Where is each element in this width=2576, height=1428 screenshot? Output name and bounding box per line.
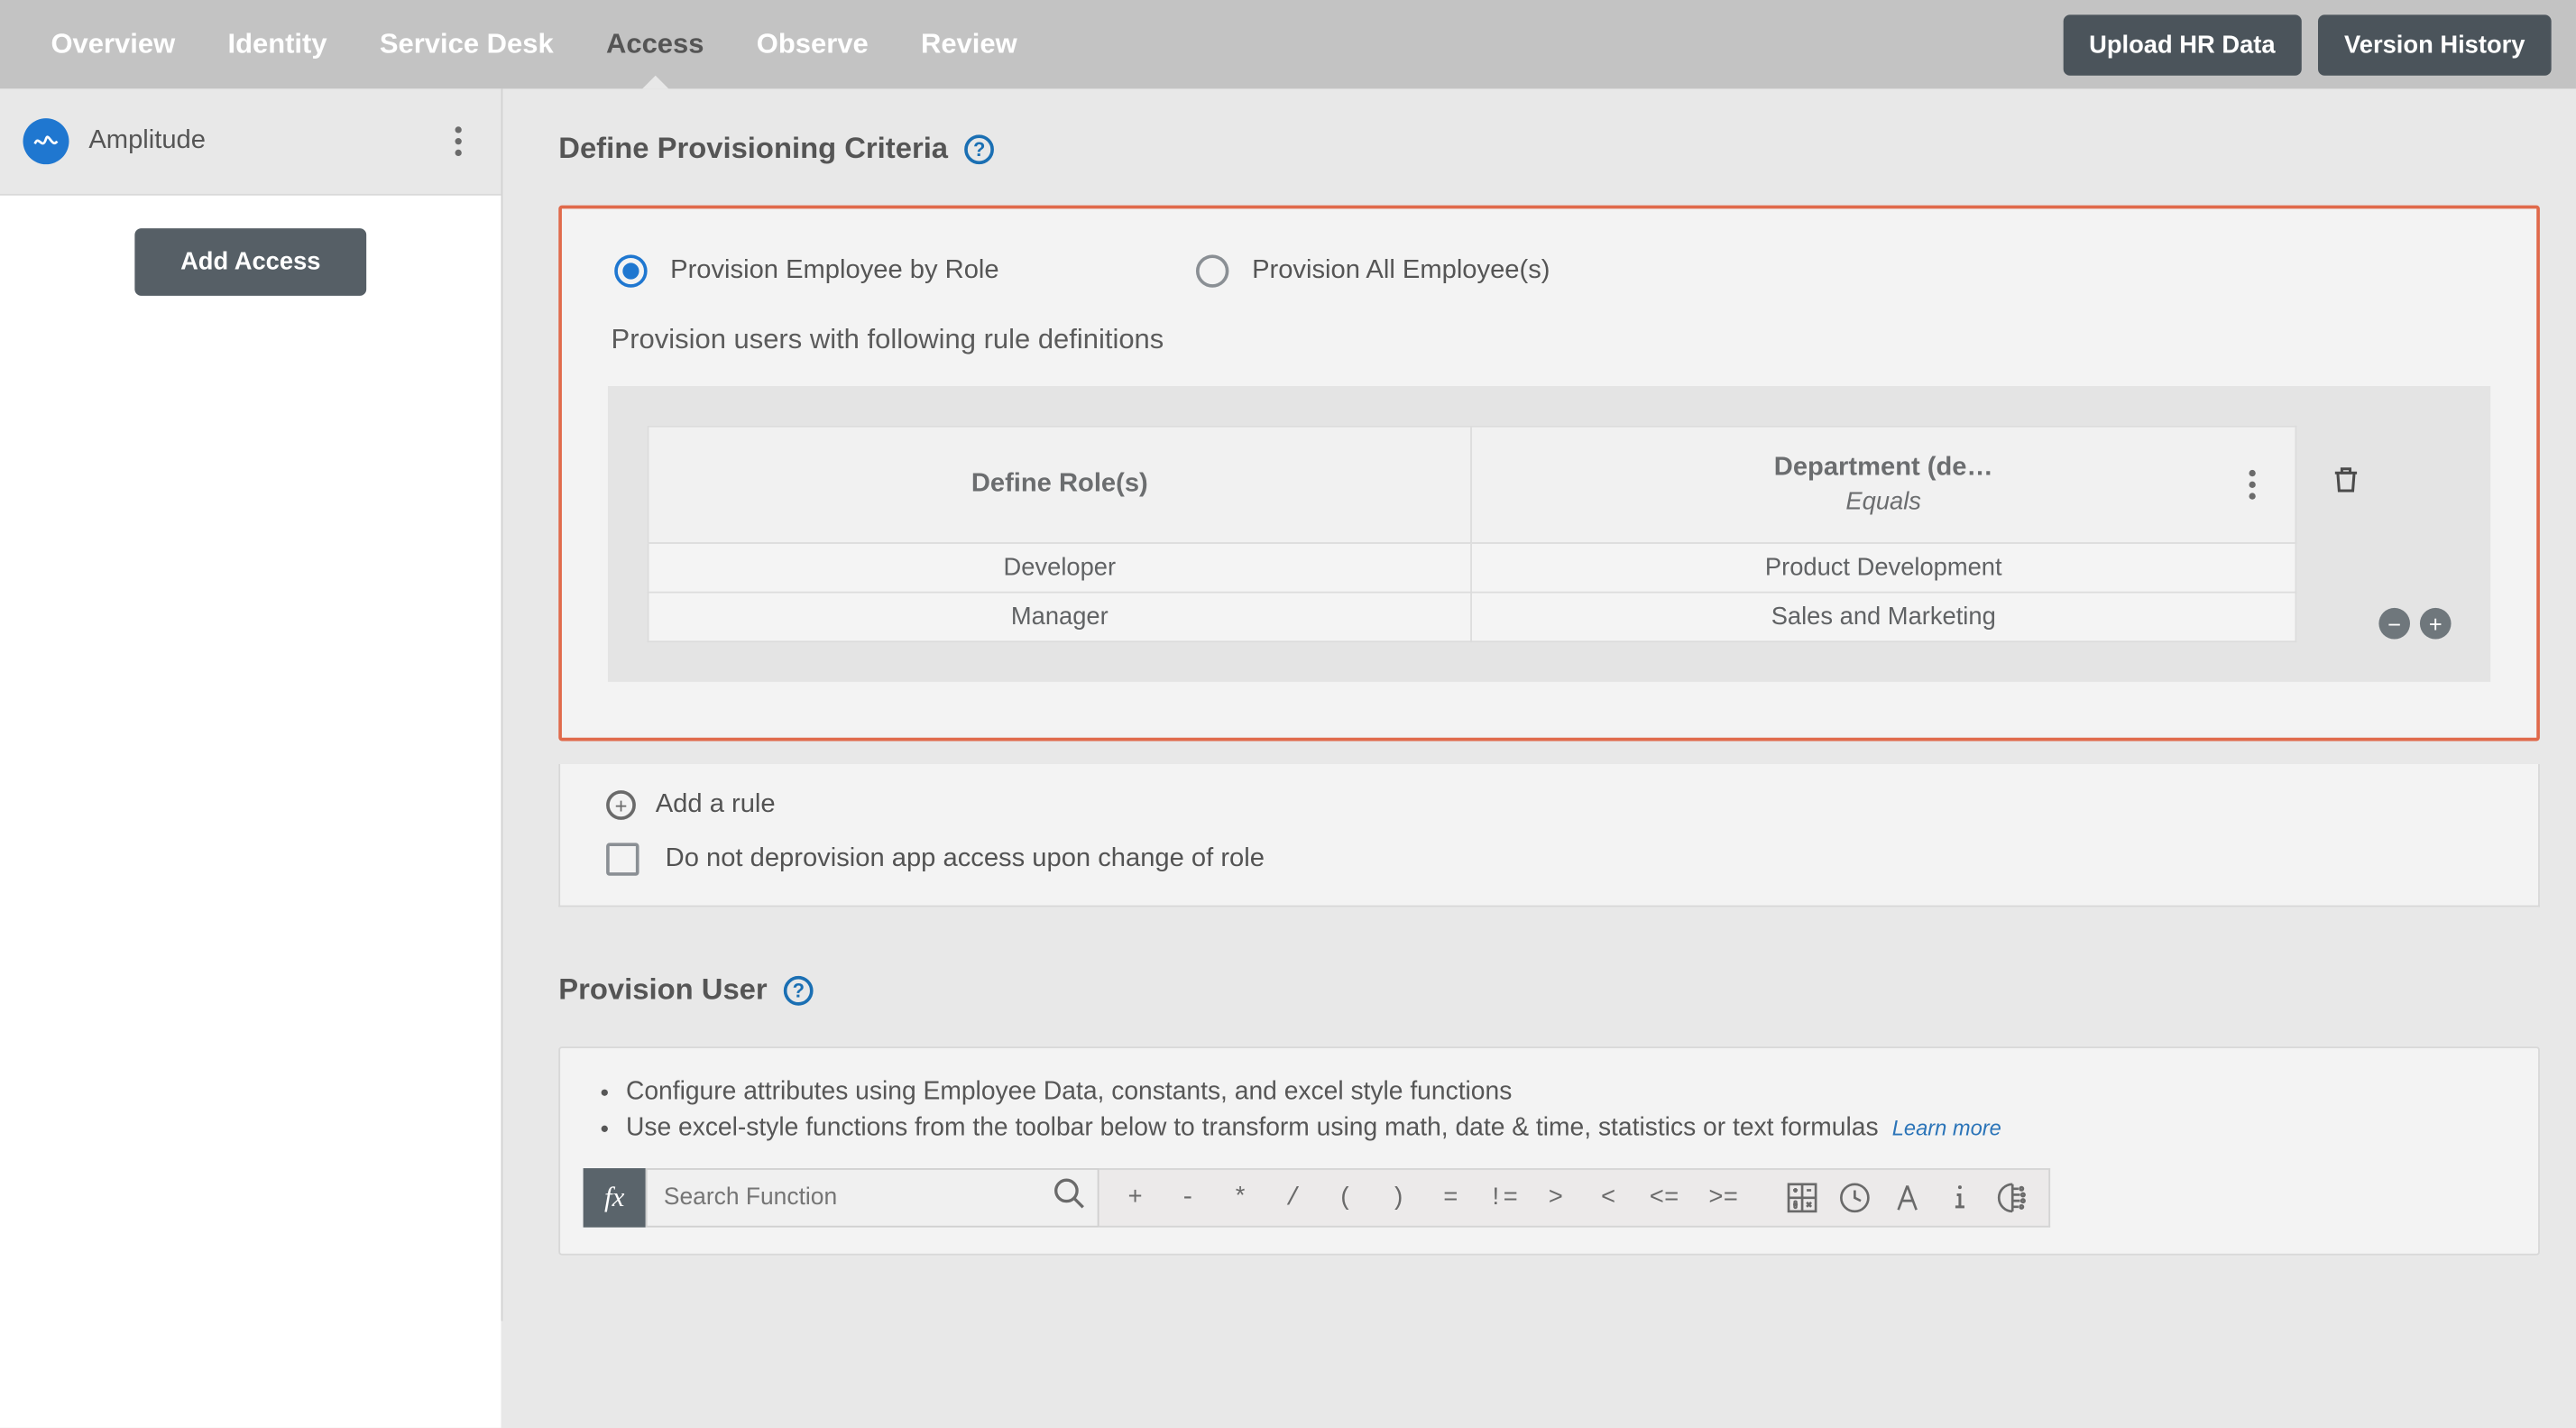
rule-col-roles-label: Define Role(s)	[971, 470, 1148, 500]
rule-col-condition-sub: Equals	[1845, 485, 1921, 518]
criteria-panel: Provision Employee by Role Provision All…	[558, 206, 2540, 742]
rule-cell-value[interactable]: Product Development	[1472, 544, 2296, 594]
nav-overview[interactable]: Overview	[24, 0, 201, 88]
bullet-item: Use excel-style functions from the toolb…	[626, 1110, 2516, 1147]
math-category-icon[interactable]	[1776, 1171, 1828, 1227]
op-gte[interactable]: >=	[1694, 1171, 1753, 1227]
datetime-category-icon[interactable]	[1828, 1171, 1881, 1227]
radio-by-role-label: Provision Employee by Role	[670, 256, 998, 286]
radio-unselected-icon	[1196, 254, 1228, 287]
section-criteria-title: Define Provisioning Criteria	[558, 132, 948, 166]
provision-user-panel: Configure attributes using Employee Data…	[558, 1046, 2540, 1256]
op-equals[interactable]: =	[1424, 1171, 1477, 1227]
radio-selected-icon	[614, 254, 647, 287]
top-nav: Overview Identity Service Desk Access Ob…	[0, 0, 2576, 88]
sidebar-app-item[interactable]: Amplitude	[0, 88, 501, 195]
op-plus[interactable]: +	[1109, 1171, 1161, 1227]
rule-table: Define Role(s) Department (de… Equals	[648, 426, 2297, 642]
sidebar: Amplitude Add Access	[0, 88, 502, 1322]
rule-cell-role[interactable]: Developer	[648, 544, 1472, 594]
nav-access[interactable]: Access	[580, 0, 731, 88]
nav-identity[interactable]: Identity	[201, 0, 353, 88]
section-criteria-heading: Define Provisioning Criteria ?	[558, 132, 2540, 166]
rule-box: Define Role(s) Department (de… Equals	[608, 386, 2490, 682]
rule-cell-value[interactable]: Sales and Marketing	[1472, 594, 2296, 643]
add-rule-label: Add a rule	[656, 790, 776, 820]
section-user-heading: Provision User ?	[558, 972, 2540, 1007]
rule-col-condition-header[interactable]: Department (de… Equals	[1472, 426, 2296, 544]
delete-rule-icon[interactable]	[2330, 462, 2362, 506]
help-icon[interactable]: ?	[784, 975, 814, 1005]
no-deprovision-checkbox[interactable]	[606, 843, 639, 875]
logic-category-icon[interactable]	[1986, 1171, 2038, 1227]
rule-row: Developer Product Development	[648, 544, 2297, 594]
add-row-button[interactable]: +	[2420, 608, 2452, 640]
rule-intro-text: Provision users with following rule defi…	[608, 324, 2490, 356]
version-history-button[interactable]: Version History	[2318, 14, 2552, 74]
rule-col-roles-header[interactable]: Define Role(s)	[648, 426, 1472, 544]
op-paren-close[interactable]: )	[1372, 1171, 1424, 1227]
help-icon[interactable]: ?	[964, 134, 994, 163]
nav-service-desk[interactable]: Service Desk	[354, 0, 580, 88]
radio-provision-by-role[interactable]: Provision Employee by Role	[614, 254, 998, 287]
add-rule-row[interactable]: + Add a rule	[560, 764, 2538, 836]
add-access-button[interactable]: Add Access	[134, 228, 366, 296]
radio-all-label: Provision All Employee(s)	[1252, 256, 1550, 286]
sidebar-app-menu-icon[interactable]	[438, 122, 478, 161]
text-category-icon[interactable]	[1881, 1171, 1934, 1227]
op-neq[interactable]: !=	[1477, 1171, 1529, 1227]
bullet-text: Use excel-style functions from the toolb…	[626, 1113, 1879, 1141]
nav-review[interactable]: Review	[895, 0, 1044, 88]
amplitude-logo-icon	[23, 118, 69, 164]
fx-chip[interactable]: fx	[584, 1169, 646, 1229]
main-content: Define Provisioning Criteria ? Provision…	[502, 88, 2576, 1322]
rule-cell-role[interactable]: Manager	[648, 594, 1472, 643]
op-lt[interactable]: <	[1582, 1171, 1634, 1227]
nav-observe[interactable]: Observe	[731, 0, 895, 88]
op-minus[interactable]: -	[1162, 1171, 1214, 1227]
no-deprovision-label: Do not deprovision app access upon chang…	[666, 844, 1265, 874]
learn-more-link[interactable]: Learn more	[1892, 1115, 2001, 1139]
op-lte[interactable]: <=	[1634, 1171, 1694, 1227]
bullet-item: Configure attributes using Employee Data…	[626, 1074, 2516, 1110]
op-divide[interactable]: /	[1266, 1171, 1319, 1227]
upload-hr-data-button[interactable]: Upload HR Data	[2063, 14, 2302, 74]
op-paren-open[interactable]: (	[1320, 1171, 1372, 1227]
radio-provision-all[interactable]: Provision All Employee(s)	[1196, 254, 1550, 287]
rule-col-menu-icon[interactable]	[2232, 465, 2272, 504]
sidebar-app-label: Amplitude	[88, 126, 438, 156]
op-gt[interactable]: >	[1530, 1171, 1582, 1227]
rule-row: Manager Sales and Marketing	[648, 594, 2297, 643]
remove-row-button[interactable]: −	[2378, 608, 2410, 640]
info-category-icon[interactable]	[1934, 1171, 1986, 1227]
function-search-input[interactable]	[648, 1171, 1098, 1227]
formula-toolbar: fx + - * / (	[584, 1169, 2516, 1229]
plus-circle-icon: +	[606, 790, 636, 820]
op-multiply[interactable]: *	[1214, 1171, 1266, 1227]
section-user-title: Provision User	[558, 972, 767, 1007]
rule-col-condition-label: Department (de…	[1774, 452, 1993, 486]
